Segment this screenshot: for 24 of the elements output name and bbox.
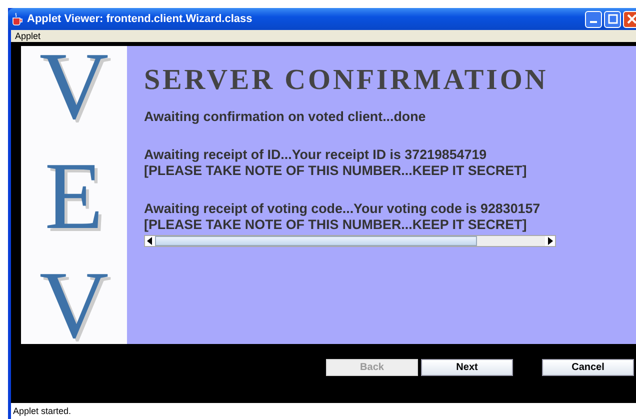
message-line: [PLEASE TAKE NOTE OF THIS NUMBER...KEEP IT SECRET] bbox=[144, 217, 528, 233]
close-icon bbox=[626, 14, 636, 24]
message-line: Awaiting confirmation on voted client...done bbox=[144, 109, 427, 125]
close-button[interactable] bbox=[623, 10, 636, 28]
minimize-button[interactable] bbox=[585, 10, 602, 28]
message-line: Awaiting receipt of voting code...Your voting code is 92830157 bbox=[144, 201, 542, 217]
horizontal-scrollbar[interactable] bbox=[144, 235, 556, 247]
maximize-icon bbox=[608, 14, 618, 24]
left-arrow-icon[interactable] bbox=[147, 237, 153, 245]
message-line: Awaiting receipt of ID...Your receipt ID is 37219854719 bbox=[144, 147, 488, 163]
logo-letter: E bbox=[44, 158, 104, 234]
message-line: [PLEASE TAKE NOTE OF THIS NUMBER...KEEP IT SECRET] bbox=[144, 163, 528, 179]
cup-icon bbox=[11, 12, 23, 26]
logo-letter: V bbox=[39, 267, 109, 344]
window-title: Applet Viewer: frontend.client.Wizard.class bbox=[27, 13, 254, 25]
wizard-button[interactable]: Cancel bbox=[542, 359, 634, 376]
menu-item[interactable]: Applet bbox=[11, 31, 45, 41]
logo-letter: V bbox=[39, 48, 109, 125]
heading: SERVER CONFIRMATION bbox=[144, 64, 550, 97]
maximize-button[interactable] bbox=[604, 10, 621, 28]
status-text: Applet started. bbox=[11, 403, 636, 419]
wizard-button[interactable]: Next bbox=[421, 359, 513, 376]
minimize-icon bbox=[590, 21, 597, 23]
right-arrow-icon[interactable] bbox=[547, 237, 553, 245]
